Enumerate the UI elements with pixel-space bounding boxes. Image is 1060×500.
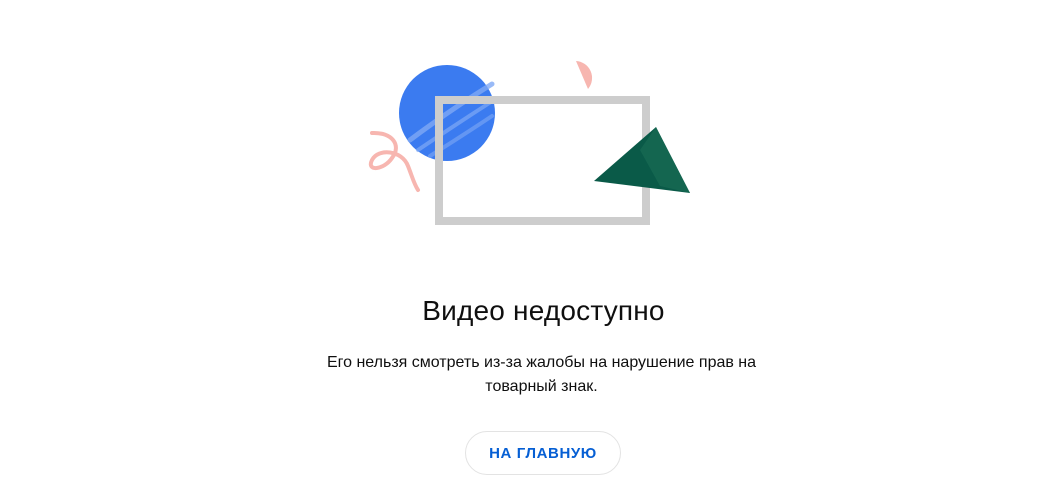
blue-circle-shape [399, 65, 496, 161]
error-message-container: Его нельзя смотреть из-за жалобы на нару… [0, 351, 1060, 399]
pink-half-circle-shape [576, 61, 593, 89]
error-page: Видео недоступно Его нельзя смотреть из-… [0, 0, 1060, 500]
video-unavailable-illustration [368, 61, 690, 225]
error-title: Видео недоступно [422, 295, 665, 326]
error-message: Его нельзя смотреть из-за жалобы на нару… [326, 354, 757, 395]
home-button[interactable]: НА ГЛАВНУЮ [465, 431, 621, 475]
